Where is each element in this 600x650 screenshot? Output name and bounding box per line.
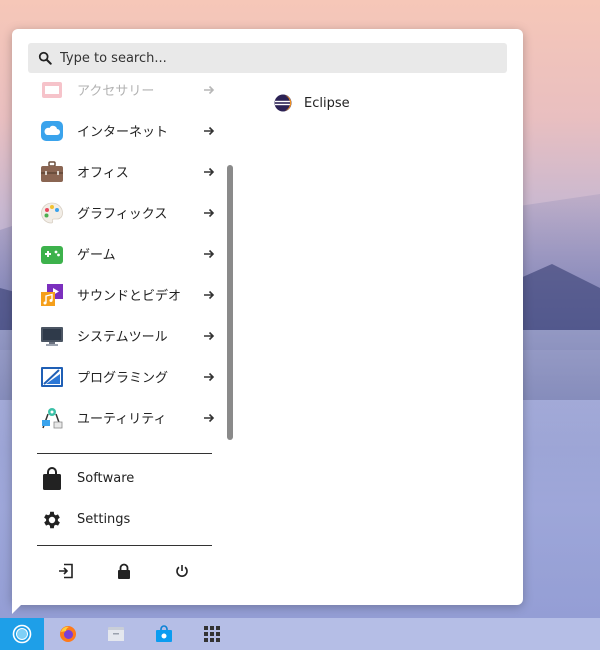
arrow-right-icon bbox=[204, 208, 215, 217]
category-internet[interactable]: インターネット bbox=[28, 110, 218, 151]
start-menu-button[interactable] bbox=[0, 618, 44, 650]
taskbar-software[interactable] bbox=[142, 618, 186, 650]
taskbar-app-grid[interactable] bbox=[190, 618, 234, 650]
category-label: インターネット bbox=[77, 125, 169, 140]
search-box[interactable] bbox=[28, 43, 507, 73]
arrow-right-icon bbox=[204, 249, 215, 258]
arrow-right-icon bbox=[204, 290, 215, 299]
power-icon bbox=[176, 565, 188, 577]
arrow-right-icon bbox=[204, 413, 215, 422]
shopping-bag-icon bbox=[40, 466, 64, 491]
monitor-icon bbox=[40, 324, 64, 348]
application-menu: アクセサリー インターネット オフィス グラフィックス ゲーム サウンドとビデオ bbox=[12, 29, 523, 605]
music-icon bbox=[40, 283, 64, 307]
app-item-eclipse[interactable]: Eclipse bbox=[274, 91, 350, 115]
search-input[interactable] bbox=[60, 50, 480, 66]
category-label: プログラミング bbox=[77, 371, 169, 386]
divider bbox=[37, 545, 212, 546]
category-utilities[interactable]: ユーティリティ bbox=[28, 397, 218, 438]
search-icon bbox=[38, 51, 52, 65]
favorite-settings[interactable]: Settings bbox=[28, 499, 218, 540]
firefox-icon bbox=[60, 626, 76, 642]
files-icon bbox=[108, 627, 124, 641]
favorite-label: Settings bbox=[77, 512, 131, 527]
programming-icon bbox=[40, 365, 64, 389]
lock-icon bbox=[118, 563, 130, 579]
category-programming[interactable]: プログラミング bbox=[28, 356, 218, 397]
favorite-software[interactable]: Software bbox=[28, 458, 218, 499]
category-label: ユーティリティ bbox=[77, 412, 167, 427]
category-label: サウンドとビデオ bbox=[77, 289, 182, 304]
arrow-right-icon bbox=[204, 331, 215, 340]
divider bbox=[37, 453, 212, 454]
briefcase-icon bbox=[40, 160, 64, 184]
logout-button[interactable] bbox=[54, 559, 78, 583]
category-office[interactable]: オフィス bbox=[28, 151, 218, 192]
category-system-tools[interactable]: システムツール bbox=[28, 315, 218, 356]
lock-button[interactable] bbox=[112, 559, 136, 583]
category-graphics[interactable]: グラフィックス bbox=[28, 192, 218, 233]
category-label: システムツール bbox=[77, 330, 168, 345]
category-label: アクセサリー bbox=[77, 84, 155, 99]
category-list: アクセサリー インターネット オフィス グラフィックス ゲーム サウンドとビデオ bbox=[28, 74, 218, 454]
app-grid-icon bbox=[204, 626, 220, 642]
favorite-label: Software bbox=[77, 471, 135, 486]
category-label: グラフィックス bbox=[77, 207, 168, 222]
app-list: Eclipse bbox=[274, 91, 350, 115]
arrow-right-icon bbox=[204, 167, 215, 176]
category-games[interactable]: ゲーム bbox=[28, 233, 218, 274]
accessories-icon bbox=[40, 78, 64, 102]
category-label: ゲーム bbox=[77, 248, 116, 263]
gamepad-icon bbox=[40, 242, 64, 266]
arrow-right-icon bbox=[204, 372, 215, 381]
cloud-icon bbox=[40, 119, 64, 143]
taskbar bbox=[0, 618, 600, 650]
utilities-icon bbox=[40, 406, 64, 430]
arrow-right-icon bbox=[204, 85, 215, 94]
arrow-right-icon bbox=[204, 126, 215, 135]
palette-icon bbox=[40, 201, 64, 225]
gear-icon bbox=[40, 508, 64, 532]
start-menu-icon bbox=[12, 624, 32, 644]
power-button[interactable] bbox=[170, 559, 194, 583]
logout-icon bbox=[59, 563, 73, 579]
taskbar-files[interactable] bbox=[94, 618, 138, 650]
software-store-icon bbox=[156, 625, 172, 642]
eclipse-icon bbox=[274, 94, 292, 112]
app-label: Eclipse bbox=[304, 95, 350, 111]
category-accessories[interactable]: アクセサリー bbox=[28, 74, 218, 110]
taskbar-firefox[interactable] bbox=[46, 618, 90, 650]
category-sound-video[interactable]: サウンドとビデオ bbox=[28, 274, 218, 315]
category-scrollbar[interactable] bbox=[227, 165, 233, 440]
category-label: オフィス bbox=[77, 166, 129, 181]
